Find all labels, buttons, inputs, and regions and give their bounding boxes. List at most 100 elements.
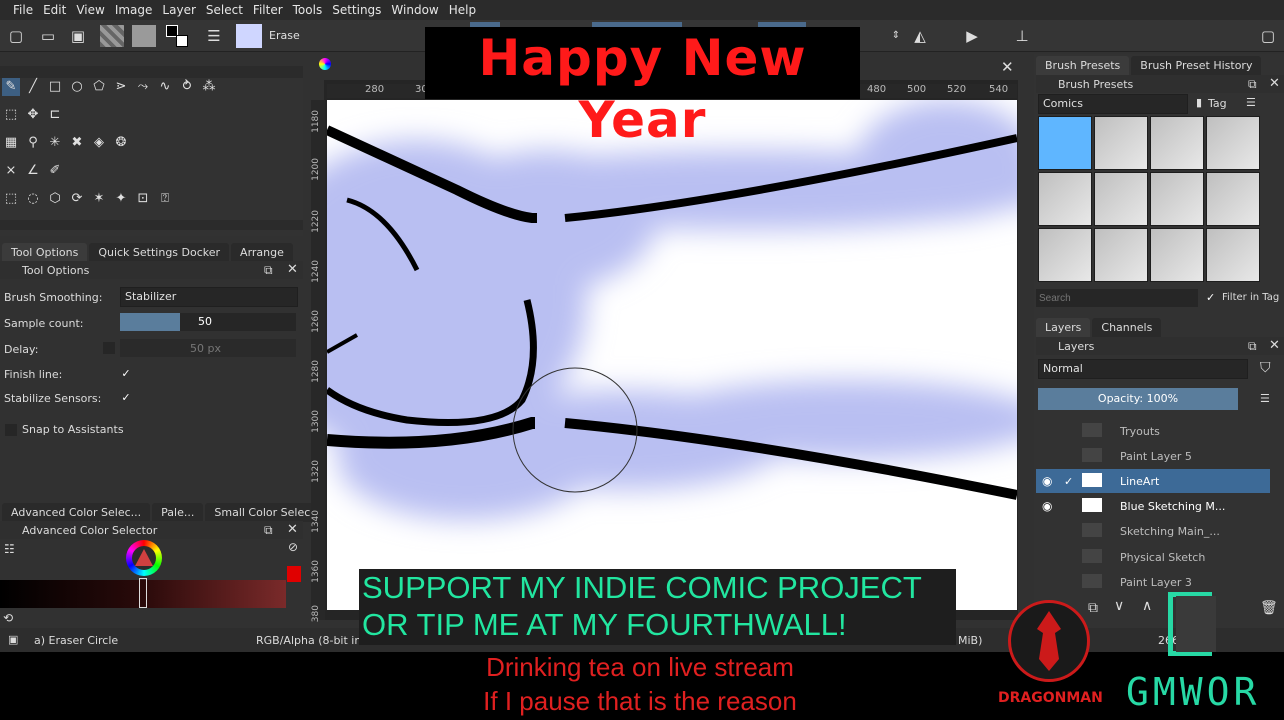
brush-preset-eraser[interactable] xyxy=(1038,116,1092,170)
tag-label[interactable]: Tag xyxy=(1208,97,1227,110)
color-triangle[interactable] xyxy=(134,548,154,568)
polygon-select-icon[interactable]: ⬡ xyxy=(46,190,64,208)
gradient-icon[interactable] xyxy=(100,25,124,47)
layer-row[interactable]: Paint Layer 3 xyxy=(1036,570,1270,594)
brush-preset[interactable] xyxy=(1094,172,1148,226)
dynamic-brush-icon[interactable]: ⥁ xyxy=(178,78,196,96)
gradient-tool-icon[interactable]: ▦ xyxy=(2,134,20,152)
layer-row-selected[interactable]: ◉ ✓ LineArt xyxy=(1036,469,1270,493)
enclose-fill-icon[interactable]: ❂ xyxy=(112,134,130,152)
smoothing-combo[interactable]: Stabilizer xyxy=(120,287,298,307)
brush-settings-icon[interactable]: ☰ xyxy=(204,26,224,46)
move-layer-up-icon[interactable]: ∧ xyxy=(1142,598,1152,614)
tag-icon[interactable]: ▮ xyxy=(1196,96,1202,109)
tab-tool-options[interactable]: Tool Options xyxy=(2,243,88,262)
polyline-tool-icon[interactable]: ⋗ xyxy=(112,78,130,96)
tab-arrange[interactable]: Arrange xyxy=(231,243,293,262)
pattern-icon[interactable] xyxy=(132,25,156,47)
background-color-icon[interactable] xyxy=(176,35,188,47)
finish-line-checkbox[interactable]: ✓ xyxy=(120,368,132,380)
menu-filter[interactable]: Filter xyxy=(248,3,288,17)
transform-tool-icon[interactable]: ⬚ xyxy=(2,106,20,124)
menu-settings[interactable]: Settings xyxy=(327,3,386,17)
brush-preset-icon[interactable] xyxy=(236,24,262,48)
view-mode-icon[interactable]: ☰ xyxy=(1246,96,1256,109)
brush-preset[interactable] xyxy=(1038,172,1092,226)
color-settings-icon[interactable]: ☷ xyxy=(4,542,15,556)
layer-row[interactable]: Physical Sketch xyxy=(1036,545,1270,569)
tab-channels[interactable]: Channels xyxy=(1092,318,1162,337)
sample-count-slider[interactable]: 50 xyxy=(120,313,296,331)
menu-layer[interactable]: Layer xyxy=(157,3,200,17)
workspace-icon[interactable]: ▢ xyxy=(1258,26,1278,46)
rect-select-icon[interactable]: ⬚ xyxy=(2,190,20,208)
spin-icon[interactable]: ⇕ xyxy=(886,26,906,46)
rectangle-tool-icon[interactable]: □ xyxy=(46,78,64,96)
close-icon[interactable]: ✕ xyxy=(1269,76,1280,91)
similar-select-icon[interactable]: ✦ xyxy=(112,190,130,208)
magnetic-select-icon[interactable]: ⍰ xyxy=(156,190,174,208)
stabilize-sensors-checkbox[interactable]: ✓ xyxy=(120,392,132,404)
tag-combo[interactable]: Comics xyxy=(1038,94,1188,114)
brush-preset[interactable] xyxy=(1150,172,1204,226)
wrap-around-icon[interactable]: ⊥ xyxy=(1012,26,1032,46)
blend-mode-label[interactable]: Erase xyxy=(269,29,300,42)
delete-layer-icon[interactable]: 🗑 xyxy=(1260,600,1278,616)
ellipse-tool-icon[interactable]: ○ xyxy=(68,78,86,96)
float-icon[interactable]: ⧉ xyxy=(264,263,273,278)
tab-palette[interactable]: Pale... xyxy=(152,503,204,522)
close-document-icon[interactable]: ✕ xyxy=(1001,58,1014,76)
layer-row[interactable]: Paint Layer 5 xyxy=(1036,444,1270,468)
bezier-tool-icon[interactable]: ⤳ xyxy=(134,78,152,96)
menu-file[interactable]: File xyxy=(8,3,38,17)
float-icon[interactable]: ⧉ xyxy=(1248,77,1257,92)
smart-patch-icon[interactable]: ✳ xyxy=(46,134,64,152)
drawing-canvas[interactable] xyxy=(327,100,1017,610)
freehand-brush-icon[interactable]: ✎ xyxy=(2,78,20,96)
float-icon[interactable]: ⧉ xyxy=(1248,339,1257,354)
move-layer-down-icon[interactable]: ∨ xyxy=(1114,598,1124,614)
color-space-status[interactable]: RGB/Alpha (8-bit inte xyxy=(256,634,372,647)
freehand-select-icon[interactable]: ⟳ xyxy=(68,190,86,208)
brush-preset[interactable] xyxy=(1206,116,1260,170)
filter-icon[interactable]: ⛉ xyxy=(1260,360,1271,376)
layer-row[interactable]: ◉ Blue Sketching M... xyxy=(1036,494,1270,518)
float-icon[interactable]: ⧉ xyxy=(264,523,273,538)
close-icon[interactable]: ✕ xyxy=(287,522,298,537)
tab-brush-history[interactable]: Brush Preset History xyxy=(1131,56,1262,75)
multibrush-icon[interactable]: ⁂ xyxy=(200,78,218,96)
layer-row[interactable]: Tryouts xyxy=(1036,419,1270,443)
save-icon[interactable]: ▣ xyxy=(68,26,88,46)
freehand-path-icon[interactable]: ∿ xyxy=(156,78,174,96)
delay-checkbox[interactable] xyxy=(103,342,115,354)
brush-preset[interactable] xyxy=(1206,172,1260,226)
close-icon[interactable]: ✕ xyxy=(287,262,298,277)
visibility-eye-icon[interactable]: ◉ xyxy=(1042,474,1052,488)
layer-opacity-slider[interactable]: Opacity: 100% xyxy=(1038,388,1238,410)
layer-row[interactable]: Sketching Main_... xyxy=(1036,519,1270,543)
mirror-vertical-icon[interactable]: ▶ xyxy=(962,26,982,46)
menu-help[interactable]: Help xyxy=(444,3,481,17)
crop-tool-icon[interactable]: ⊏ xyxy=(46,106,64,124)
menu-select[interactable]: Select xyxy=(201,3,248,17)
menu-image[interactable]: Image xyxy=(110,3,158,17)
polygon-tool-icon[interactable]: ⬠ xyxy=(90,78,108,96)
delay-slider[interactable]: 50 px xyxy=(120,339,296,357)
assistant-tool-icon[interactable]: ⨯ xyxy=(2,162,20,180)
menu-view[interactable]: View xyxy=(71,3,109,17)
measure-tool-icon[interactable]: ∠ xyxy=(24,162,42,180)
new-document-icon[interactable]: ▢ xyxy=(6,26,26,46)
brush-preset[interactable] xyxy=(1094,116,1148,170)
duplicate-layer-icon[interactable]: ⧉ xyxy=(1088,600,1098,616)
no-color-icon[interactable]: ⊘ xyxy=(288,540,298,554)
tab-advanced-color[interactable]: Advanced Color Selec... xyxy=(2,503,151,522)
colorize-mask-icon[interactable]: ✖ xyxy=(68,134,86,152)
fill-tool-icon[interactable]: ◈ xyxy=(90,134,108,152)
current-color-swatch[interactable] xyxy=(287,566,301,582)
menu-tools[interactable]: Tools xyxy=(288,3,328,17)
color-wheel[interactable] xyxy=(126,540,162,576)
contiguous-select-icon[interactable]: ✶ xyxy=(90,190,108,208)
ellipse-select-icon[interactable]: ◌ xyxy=(24,190,42,208)
menu-window[interactable]: Window xyxy=(386,3,443,17)
close-icon[interactable]: ✕ xyxy=(1269,338,1280,353)
